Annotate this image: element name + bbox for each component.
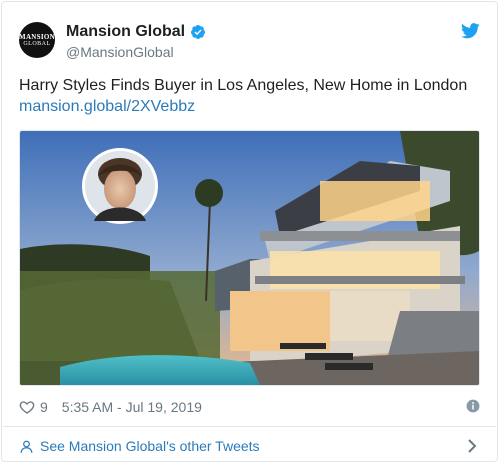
avatar[interactable]: MANSION GLOBAL xyxy=(19,22,55,58)
tweet-card: MANSION GLOBAL Mansion Global @MansionGl… xyxy=(1,1,498,462)
tweet-image[interactable] xyxy=(19,130,480,386)
twitter-bird-icon[interactable] xyxy=(461,23,480,39)
avatar-text-line1: MANSION xyxy=(19,32,55,41)
heart-icon[interactable] xyxy=(19,399,35,415)
handle[interactable]: @MansionGlobal xyxy=(66,44,174,60)
info-icon[interactable] xyxy=(466,399,480,413)
avatar-text-line2: GLOBAL xyxy=(23,40,51,47)
house-photo xyxy=(20,131,479,385)
chevron-right-icon[interactable] xyxy=(466,438,478,454)
display-name[interactable]: Mansion Global xyxy=(66,23,185,41)
like-count[interactable]: 9 xyxy=(40,399,48,415)
display-name-row[interactable]: Mansion Global xyxy=(66,23,206,41)
timestamp[interactable]: 5:35 AM - Jul 19, 2019 xyxy=(62,399,202,415)
verified-badge-icon xyxy=(191,25,206,39)
tweet-body: Harry Styles Finds Buyer in Los Angeles,… xyxy=(19,77,468,94)
tweet-link[interactable]: mansion.global/2XVebbz xyxy=(19,96,467,117)
tweet-text: Harry Styles Finds Buyer in Los Angeles,… xyxy=(19,75,467,117)
tweet-meta: 9 5:35 AM - Jul 19, 2019 xyxy=(19,396,480,418)
person-icon xyxy=(20,440,33,453)
divider xyxy=(3,426,496,427)
see-more-label[interactable]: See Mansion Global's other Tweets xyxy=(40,438,260,454)
tweet-header: MANSION GLOBAL Mansion Global @MansionGl… xyxy=(19,19,480,63)
see-more-tweets-link[interactable]: See Mansion Global's other Tweets xyxy=(19,435,480,457)
